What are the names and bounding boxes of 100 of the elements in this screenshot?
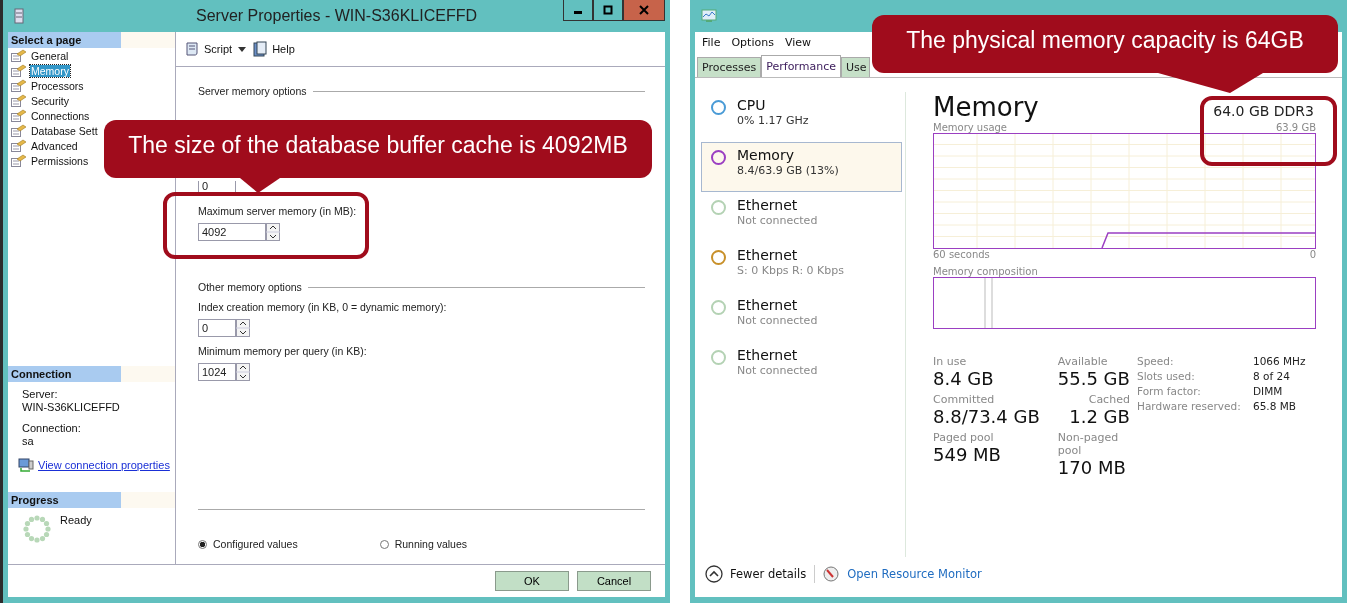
page-icon [11, 109, 27, 122]
field-label: Maximum server memory (in MB): [198, 205, 358, 217]
spec-label: Slots used: [1137, 370, 1196, 382]
max-memory-field[interactable]: 4092 [198, 223, 266, 241]
view-connection-properties-link[interactable]: View connection properties [38, 459, 170, 471]
section-heading: Select a page [8, 32, 175, 48]
field-label: Index creation memory (in KB, 0 = dynamic memory): [198, 301, 448, 313]
graph-max-value: 63.9 GB [1275, 122, 1316, 133]
script-button[interactable]: Script [184, 41, 233, 57]
resource-item[interactable]: Ethernet Not connected [701, 292, 902, 342]
resource-item[interactable]: Memory 8.4/63.9 GB (13%) [701, 142, 902, 192]
group-heading: Server memory options [198, 85, 307, 97]
memory-capacity: 64.0 GB DDR3 [1213, 103, 1314, 119]
memory-field[interactable]: 1024 [198, 363, 236, 381]
close-icon [639, 5, 649, 15]
memory-title: Memory [933, 92, 1039, 122]
callout-text: The size of the database buffer cache is 4092MB [127, 132, 629, 159]
page-icon [11, 154, 27, 167]
stat-value: 8.4 GB [933, 368, 995, 389]
menu-item[interactable]: File [702, 36, 721, 49]
server-name: WIN-S36KLICEFFD [22, 401, 121, 413]
menu-item[interactable]: View [784, 36, 811, 49]
stat-value: 55.5 GB [1057, 368, 1130, 389]
spec-label: Speed: [1137, 355, 1175, 367]
graph-label: Memory composition [933, 266, 1039, 277]
server-icon [14, 8, 24, 24]
min-memory-field[interactable]: 0 [198, 181, 236, 192]
stat-value: 1.2 GB [1069, 406, 1130, 427]
stat-label: Paged pool [933, 431, 995, 444]
stat-label: Non-paged pool [1057, 431, 1120, 457]
section-heading: Progress [8, 492, 175, 508]
callout-text: The physical memory capacity is 64GB [905, 27, 1305, 54]
stat-label: Available [1057, 355, 1108, 368]
ok-button[interactable]: OK [495, 571, 569, 591]
page-list-item[interactable]: Security [30, 94, 70, 107]
server-label: Server: [22, 388, 59, 400]
page-list-item[interactable]: Processors [30, 79, 85, 92]
chevron-up-icon [705, 565, 723, 583]
connection-user: sa [22, 435, 35, 447]
resource-item[interactable]: Ethernet S: 0 Kbps R: 0 Kbps [701, 242, 902, 292]
page-icon [11, 139, 27, 152]
connection-icon [18, 458, 34, 472]
caret-icon[interactable] [238, 46, 247, 52]
group-heading: Other memory options [198, 281, 302, 293]
maximize-icon [603, 5, 613, 15]
time-span-label: 60 seconds [933, 249, 990, 260]
close-button[interactable] [623, 0, 665, 21]
spec-value: 1066 MHz [1253, 355, 1306, 367]
field-label: Minimum memory per query (in KB): [198, 345, 368, 357]
stat-value: 170 MB [1057, 457, 1127, 478]
progress-status: Ready [60, 514, 92, 526]
spec-value: 65.8 MB [1253, 400, 1297, 412]
tab[interactable]: Use [840, 57, 870, 77]
maximize-button[interactable] [593, 0, 623, 21]
minimize-button[interactable] [563, 0, 593, 21]
page-icon [11, 49, 27, 62]
resource-item[interactable]: Ethernet Not connected [701, 192, 902, 242]
page-icon [11, 94, 27, 107]
page-icon [11, 64, 27, 77]
spin-button[interactable] [266, 223, 280, 241]
page-list-item[interactable]: Advanced [30, 139, 79, 152]
tab[interactable]: Processes [697, 57, 762, 77]
page-icon [11, 124, 27, 137]
scroll-icon [184, 41, 200, 57]
spin-button[interactable] [236, 319, 250, 337]
stat-label: Committed [933, 393, 996, 406]
spin-button[interactable] [236, 363, 250, 381]
resource-item[interactable]: Ethernet Not connected [701, 342, 902, 392]
help-button[interactable]: Help [252, 41, 295, 57]
progress-spinner-icon [22, 514, 52, 544]
stat-label: In use [933, 355, 968, 368]
section-heading: Connection [8, 366, 175, 382]
stat-label: Cached [1088, 393, 1130, 406]
spec-label: Form factor: [1137, 385, 1202, 397]
memory-field[interactable]: 0 [198, 319, 236, 337]
page-icon [11, 79, 27, 92]
radio-option[interactable]: Running values [379, 538, 468, 550]
fewer-details-button[interactable]: Fewer details [705, 565, 807, 583]
book-icon [252, 41, 269, 57]
page-list-item[interactable]: Permissions [30, 154, 90, 167]
gauge-icon [823, 566, 840, 582]
stat-value: 8.8/73.4 GB [933, 406, 1040, 427]
radio-option[interactable]: Configured values [198, 538, 298, 550]
resource-item[interactable]: CPU 0% 1.17 GHz [701, 92, 902, 142]
cancel-button[interactable]: Cancel [577, 571, 651, 591]
menu-item[interactable]: Options [731, 36, 774, 49]
connection-label: Connection: [22, 422, 82, 434]
page-list-item[interactable]: Database Sett [30, 124, 99, 137]
callout-pointer [240, 178, 280, 193]
spec-value: DIMM [1253, 385, 1284, 397]
page-list-item[interactable]: Connections [30, 109, 91, 122]
axis-min-label: 0 [1309, 249, 1316, 260]
spec-value: 8 of 24 [1253, 370, 1291, 382]
tab[interactable]: Performance [761, 55, 841, 77]
open-resource-monitor-link[interactable]: Open Resource Monitor [847, 567, 982, 581]
stat-value: 549 MB [933, 444, 1002, 465]
task-manager-icon [701, 9, 717, 23]
page-list-item[interactable]: General [30, 49, 70, 62]
graph-label: Memory usage [933, 122, 1008, 133]
window-title: Server Properties - WIN-S36KLICEFFD [196, 7, 477, 25]
